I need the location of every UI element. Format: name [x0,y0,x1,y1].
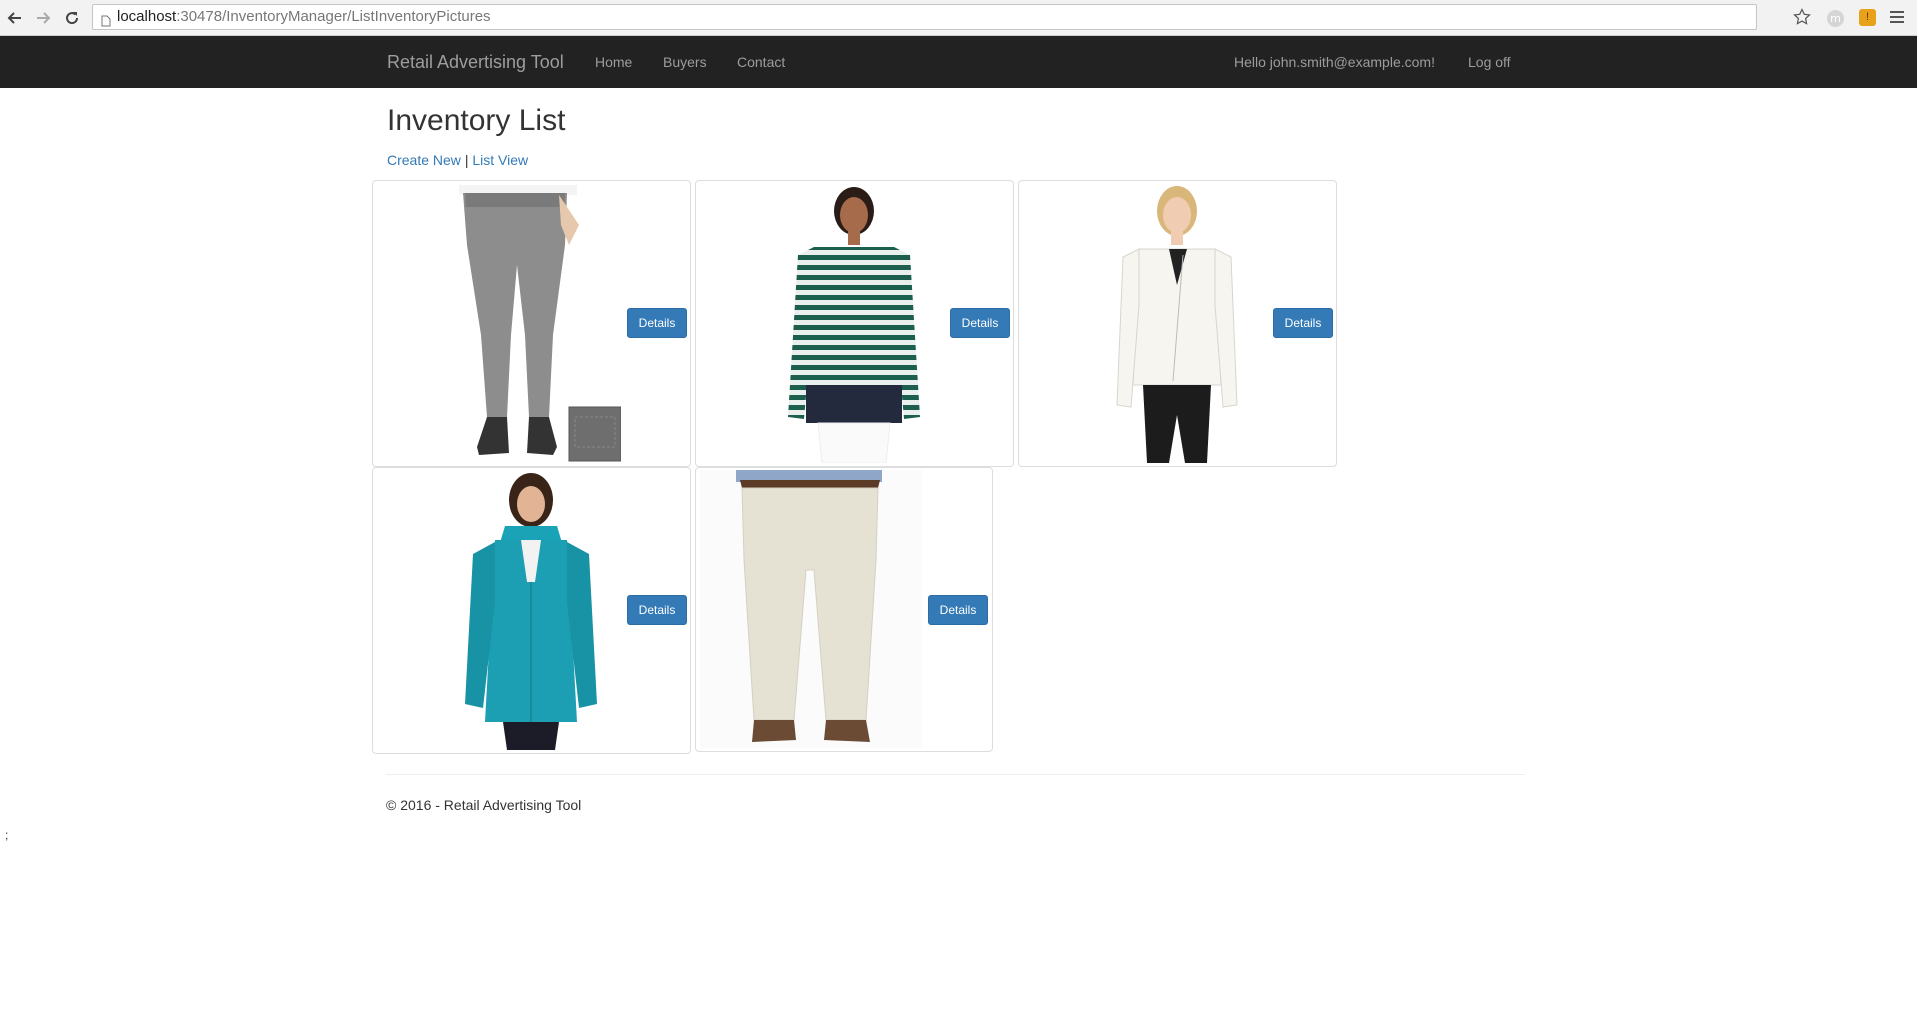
footer-divider [386,774,1525,775]
product-image-striped-top [788,187,920,463]
reload-icon[interactable] [61,7,83,29]
page-icon [101,11,111,29]
inventory-card: Details [695,180,1014,467]
nav-contact[interactable]: Contact [737,36,785,88]
navbar: Retail Advertising Tool Home Buyers Cont… [0,36,1917,88]
details-button[interactable]: Details [627,595,687,625]
menu-icon[interactable] [1890,11,1904,26]
inventory-card: Details [695,467,993,752]
page-actions: Create New | List View [387,152,528,168]
inventory-card: Details [1018,180,1337,467]
product-image-white-jacket [1116,186,1238,463]
details-button[interactable]: Details [928,595,988,625]
url-host: localhost [117,8,177,25]
url-path: :30478/InventoryManager/ListInventoryPic… [176,8,491,25]
list-view-link[interactable]: List View [472,152,528,168]
nav-home[interactable]: Home [595,36,632,88]
create-new-link[interactable]: Create New [387,152,461,168]
inventory-card: Details [372,467,691,754]
user-greeting-link[interactable]: Hello john.smith@example.com! [1234,36,1435,88]
product-image-gray-jeans [459,185,621,462]
details-button[interactable]: Details [1273,308,1333,338]
stray-text: ; [5,828,9,842]
browser-toolbar: localhost:30478/InventoryManager/ListInv… [0,0,1917,36]
product-image-teal-jacket [465,473,597,750]
product-image-khaki-pants [700,470,922,748]
address-bar[interactable]: localhost:30478/InventoryManager/ListInv… [92,4,1757,30]
page-title: Inventory List [387,104,566,137]
extension-icon[interactable]: ! [1859,9,1876,26]
forward-arrow-icon[interactable] [32,7,54,29]
inventory-card: Details [372,180,691,467]
details-button[interactable]: Details [950,308,1010,338]
nav-buyers[interactable]: Buyers [663,36,707,88]
back-arrow-icon[interactable] [4,7,26,29]
logoff-link[interactable]: Log off [1468,36,1511,88]
brand-link[interactable]: Retail Advertising Tool [387,36,564,88]
star-icon[interactable] [1793,8,1811,31]
extension-icon[interactable]: m [1827,10,1844,27]
footer-copyright: © 2016 - Retail Advertising Tool [386,797,582,813]
actions-separator: | [464,152,469,168]
details-button[interactable]: Details [627,308,687,338]
